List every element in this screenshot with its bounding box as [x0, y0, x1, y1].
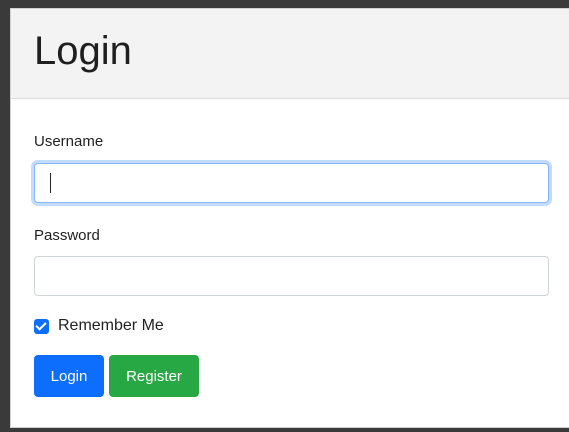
- login-button[interactable]: Login: [34, 355, 104, 397]
- text-caret: [50, 173, 51, 193]
- remember-me-row[interactable]: Remember Me: [34, 317, 164, 335]
- password-label: Password: [34, 227, 100, 244]
- remember-me-checkbox[interactable]: [34, 318, 49, 334]
- login-card: Login Username Password Remember Me Logi…: [10, 8, 569, 428]
- username-input[interactable]: [34, 163, 549, 203]
- password-input[interactable]: [34, 256, 549, 296]
- username-label: Username: [34, 133, 104, 150]
- card-body: Username Password Remember Me Login Regi…: [11, 99, 569, 427]
- remember-me-label[interactable]: Remember Me: [58, 317, 164, 335]
- page-title: Login: [34, 29, 132, 73]
- register-button[interactable]: Register: [109, 355, 199, 397]
- checkmark-icon: [35, 318, 47, 331]
- card-header: Login: [11, 9, 569, 99]
